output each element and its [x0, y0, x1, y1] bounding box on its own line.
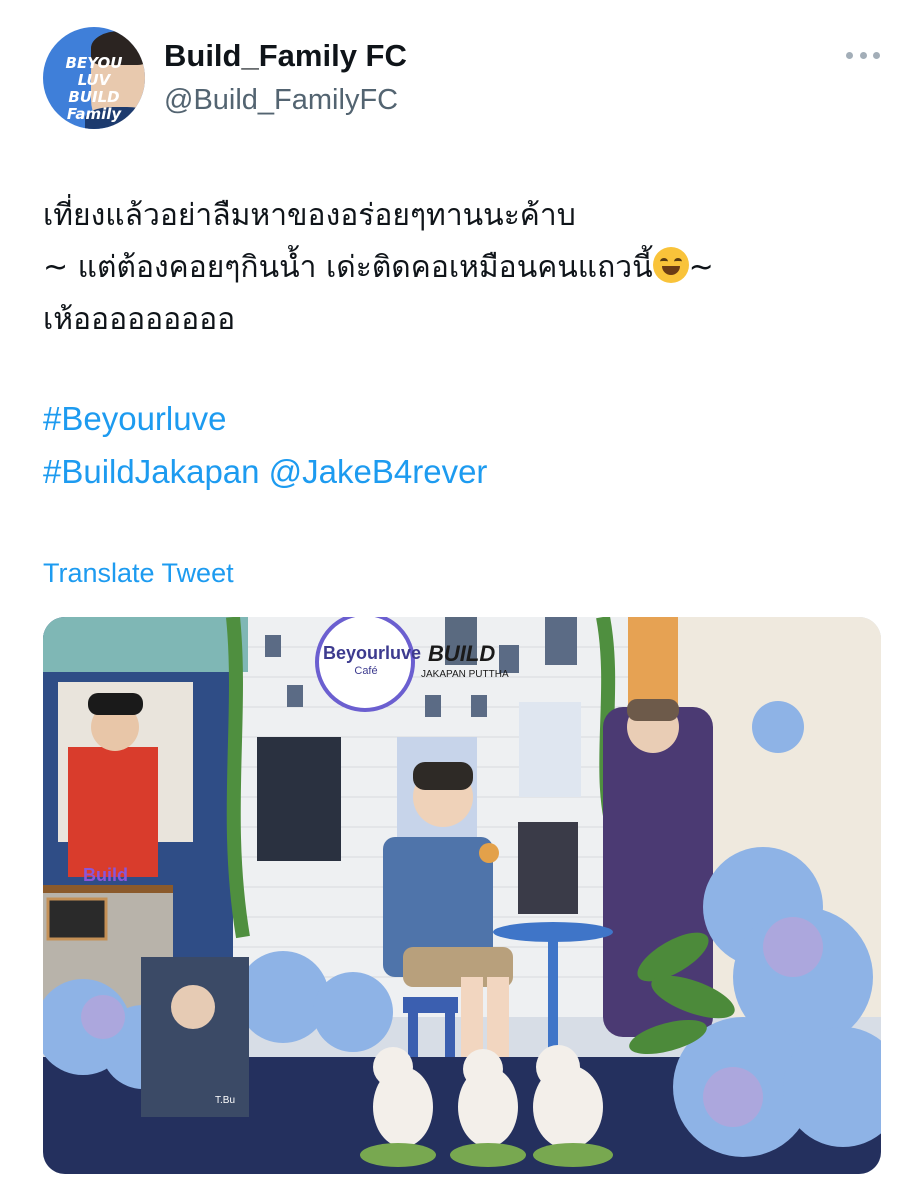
- tweet-text-line-2-tail: ~: [688, 250, 714, 285]
- build-sign: BUILD: [428, 641, 496, 666]
- counter-neon-sign: Build: [83, 865, 128, 885]
- tweet-text: เที่ยงแล้วอย่าลืมหาของอร่อยๆทานนะค้าบ ~ …: [43, 190, 883, 346]
- tweet-photo[interactable]: Beyourluve Café BUILD JAKAPAN PUTTHA Bui…: [43, 617, 881, 1174]
- tweet-text-line-3: เห้อออออออออ: [43, 302, 236, 337]
- cafe-sign-sub: Café: [354, 665, 378, 677]
- tweet-text-line-1: เที่ยงแล้วอย่าลืมหาของอร่อยๆทานนะค้าบ: [43, 198, 576, 233]
- poster-caption: T.Bu: [215, 1095, 236, 1106]
- mention-jakeb4rever[interactable]: @JakeB4rever: [269, 453, 488, 490]
- avatar-logo-text: BEYOU LUV BUILD Family: [65, 54, 123, 123]
- hashtag-buildjakapan[interactable]: #BuildJakapan: [43, 453, 260, 490]
- rolling-on-floor-laughing-emoji: [652, 247, 689, 283]
- display-name[interactable]: Build_Family FC: [164, 38, 407, 74]
- avatar[interactable]: BEYOU LUV BUILD Family: [43, 27, 145, 129]
- user-handle[interactable]: @Build_FamilyFC: [164, 84, 398, 117]
- tweet-text-line-2-text: ~ แต่ต้องคอยๆกินน้ำ เด่ะติดคอเหมือนคนแถว…: [43, 250, 653, 285]
- hashtag-line: #BuildJakapan @JakeB4rever: [43, 453, 487, 491]
- translate-tweet-link[interactable]: Translate Tweet: [43, 558, 234, 589]
- hashtag-beyourluve[interactable]: #Beyourluve: [43, 400, 226, 438]
- photo-illustration: [43, 617, 881, 1174]
- cafe-sign-name: Beyourluve: [323, 643, 422, 663]
- more-dots-icon[interactable]: [846, 40, 880, 70]
- build-sign-sub: JAKAPAN PUTTHA: [421, 669, 509, 680]
- tweet-text-line-2: ~ แต่ต้องคอยๆกินน้ำ เด่ะติดคอเหมือนคนแถว…: [43, 242, 883, 294]
